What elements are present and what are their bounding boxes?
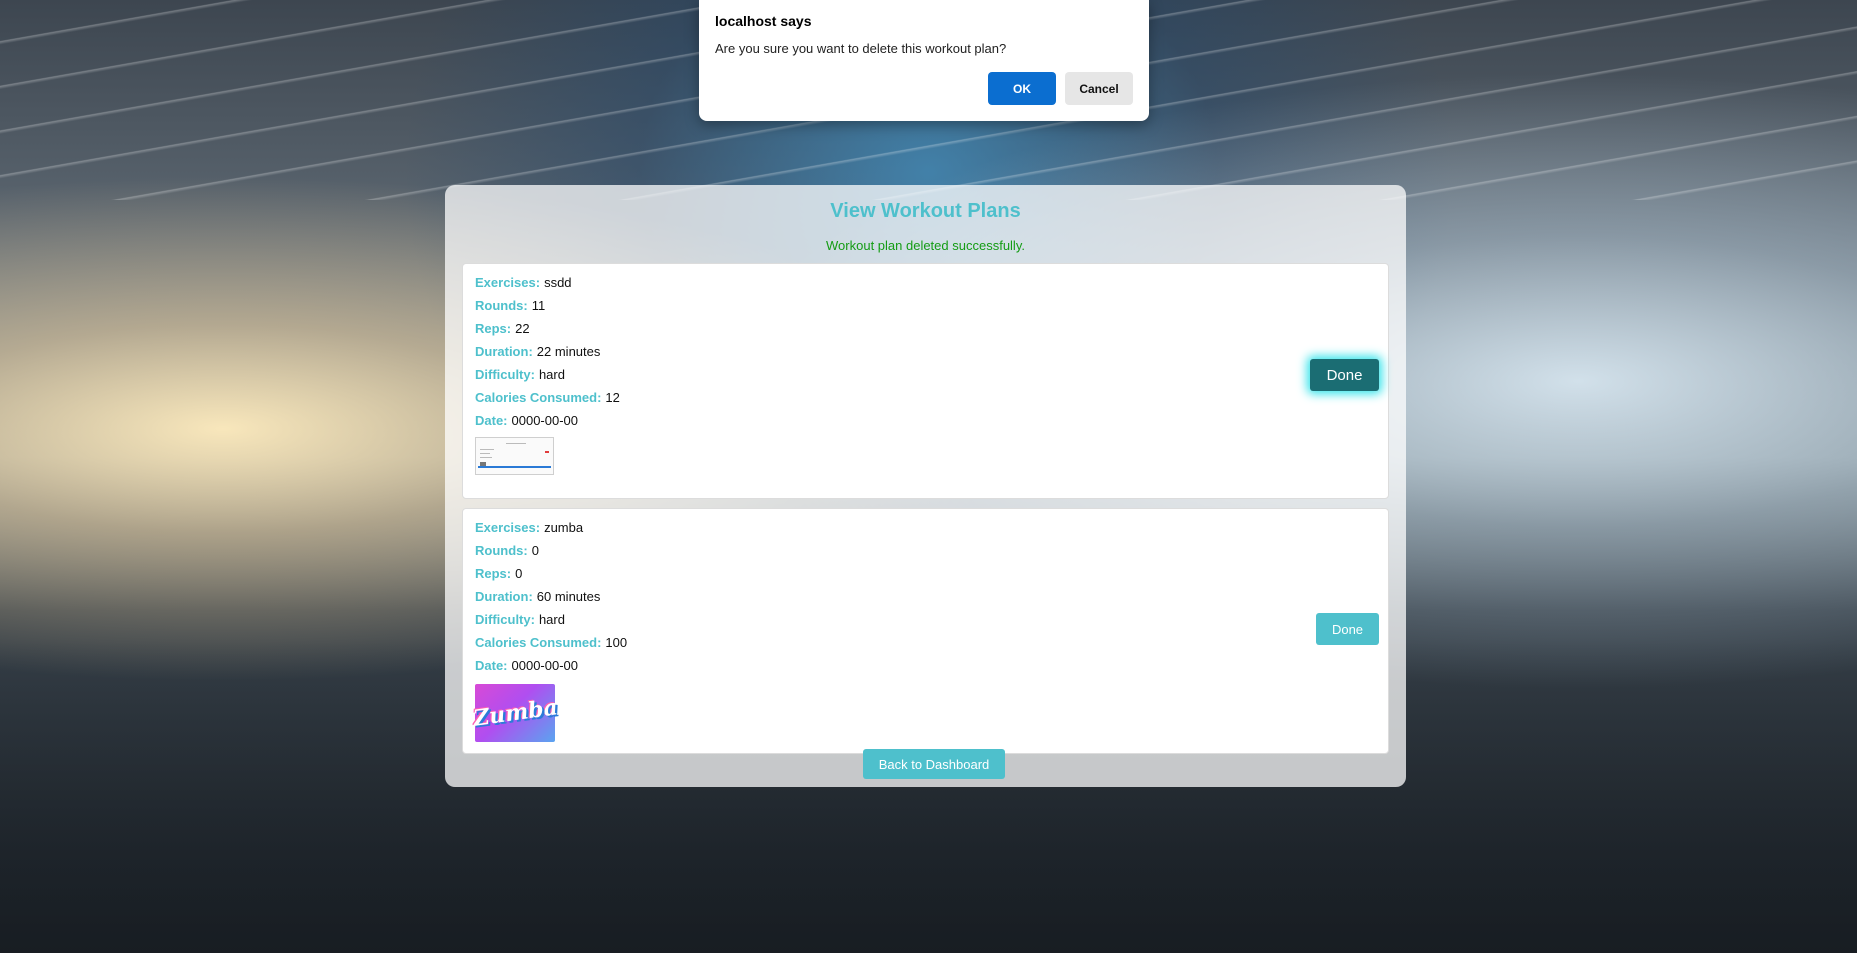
success-message: Workout plan deleted successfully. xyxy=(826,238,1025,253)
duration-field: Duration: 22 minutes xyxy=(475,343,1376,366)
workout-plans-panel: View Workout Plans Workout plan deleted … xyxy=(445,185,1406,787)
duration-value: 60 minutes xyxy=(536,589,601,604)
zumba-logo-text: Zumba xyxy=(471,694,559,732)
exercises-label: Exercises: xyxy=(475,520,541,535)
dialog-cancel-button[interactable]: Cancel xyxy=(1065,72,1133,105)
exercises-value: ssdd xyxy=(544,275,572,290)
dialog-message: Are you sure you want to delete this wor… xyxy=(715,41,1007,56)
dialog-title: localhost says xyxy=(715,13,812,29)
reps-value: 0 xyxy=(515,566,523,581)
confirm-dialog: localhost says Are you sure you want to … xyxy=(699,0,1149,121)
date-field: Date: 0000-00-00 xyxy=(475,412,1376,435)
exercises-value: zumba xyxy=(544,520,584,535)
workout-plan-card: Exercises: zumba Rounds: 0 Reps: 0 Duration… xyxy=(462,508,1389,754)
back-to-dashboard-button[interactable]: Back to Dashboard xyxy=(863,749,1005,779)
rounds-field: Rounds: 11 xyxy=(475,297,1376,320)
difficulty-value: hard xyxy=(538,367,565,382)
difficulty-label: Difficulty: xyxy=(475,612,535,627)
date-value: 0000-00-00 xyxy=(511,658,579,673)
calories-value: 100 xyxy=(605,635,628,650)
done-button[interactable]: Done xyxy=(1316,613,1379,645)
difficulty-value: hard xyxy=(538,612,565,627)
plan-thumbnail-screenshot xyxy=(475,437,554,475)
reps-label: Reps: xyxy=(475,566,512,581)
date-field: Date: 0000-00-00 xyxy=(475,657,1376,680)
reps-field: Reps: 22 xyxy=(475,320,1376,343)
difficulty-field: Difficulty: hard xyxy=(475,366,1376,389)
workout-plan-card: Exercises: ssdd Rounds: 11 Reps: 22 Duratio… xyxy=(462,263,1389,499)
rounds-value: 0 xyxy=(531,543,539,558)
duration-field: Duration: 60 minutes xyxy=(475,588,1376,611)
rounds-label: Rounds: xyxy=(475,298,528,313)
calories-field: Calories Consumed: 12 xyxy=(475,389,1376,412)
calories-field: Calories Consumed: 100 xyxy=(475,634,1376,657)
exercises-field: Exercises: zumba xyxy=(475,519,1376,542)
difficulty-field: Difficulty: hard xyxy=(475,611,1376,634)
dialog-ok-button[interactable]: OK xyxy=(988,72,1056,105)
rounds-label: Rounds: xyxy=(475,543,528,558)
plan-thumbnail-zumba: Zumba xyxy=(471,684,559,742)
calories-label: Calories Consumed: xyxy=(475,635,602,650)
rounds-value: 11 xyxy=(531,298,546,313)
date-value: 0000-00-00 xyxy=(511,413,579,428)
calories-value: 12 xyxy=(605,390,620,405)
reps-label: Reps: xyxy=(475,321,512,336)
page-title: View Workout Plans xyxy=(830,200,1021,222)
difficulty-label: Difficulty: xyxy=(475,367,535,382)
done-button[interactable]: Done xyxy=(1310,359,1379,391)
reps-field: Reps: 0 xyxy=(475,565,1376,588)
exercises-label: Exercises: xyxy=(475,275,541,290)
date-label: Date: xyxy=(475,658,508,673)
exercises-field: Exercises: ssdd xyxy=(475,274,1376,297)
dialog-actions: OK Cancel xyxy=(988,72,1133,105)
calories-label: Calories Consumed: xyxy=(475,390,602,405)
duration-label: Duration: xyxy=(475,344,533,359)
date-label: Date: xyxy=(475,413,508,428)
rounds-field: Rounds: 0 xyxy=(475,542,1376,565)
duration-value: 22 minutes xyxy=(536,344,601,359)
duration-label: Duration: xyxy=(475,589,533,604)
reps-value: 22 xyxy=(515,321,530,336)
